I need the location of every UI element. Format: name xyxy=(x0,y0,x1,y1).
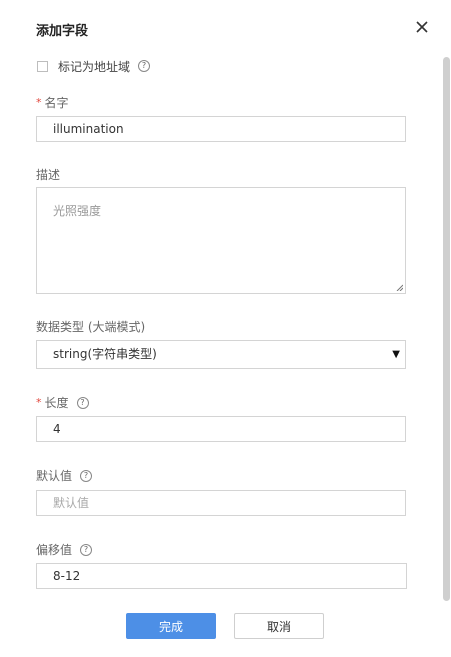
name-label-text: 名字 xyxy=(44,96,69,110)
resize-handle-icon[interactable] xyxy=(395,283,403,291)
cancel-button[interactable]: 取消 xyxy=(234,613,324,639)
confirm-button[interactable]: 完成 xyxy=(126,613,216,639)
data-type-select[interactable]: string(字符串类型) ▼ xyxy=(36,340,406,369)
address-field-label: 标记为地址域 xyxy=(58,59,131,74)
dropdown-arrow-icon: ▼ xyxy=(392,349,400,360)
length-label-text: 长度 xyxy=(44,396,69,410)
help-icon[interactable]: ? xyxy=(80,543,93,556)
description-textarea[interactable]: 光照强度 xyxy=(36,187,406,294)
length-label: * 长度 ? xyxy=(36,394,89,411)
name-label: * 名字 xyxy=(36,94,69,111)
required-mark: * xyxy=(36,396,42,409)
address-field-checkbox[interactable] xyxy=(37,60,48,72)
offset-input[interactable]: 8-12 xyxy=(36,563,407,589)
dialog-title: 添加字段 xyxy=(36,24,89,39)
default-value-label-text: 默认值 xyxy=(36,469,73,483)
default-value-input[interactable]: 默认值 xyxy=(36,490,406,516)
length-input[interactable]: 4 xyxy=(36,416,406,442)
description-label: 描述 xyxy=(36,168,61,182)
help-icon[interactable]: ? xyxy=(76,396,89,409)
required-mark: * xyxy=(36,96,42,109)
data-type-label: 数据类型 (大端模式) xyxy=(36,320,146,334)
default-value-label: 默认值 ? xyxy=(36,467,93,484)
add-field-dialog: 添加字段 标记为地址域 ? * 名字 illumination 描述 光照强度 … xyxy=(0,0,451,657)
offset-label: 偏移值 ? xyxy=(36,541,93,558)
offset-label-text: 偏移值 xyxy=(36,543,73,557)
data-type-selected: string(字符串类型) xyxy=(53,347,157,361)
help-icon[interactable]: ? xyxy=(80,469,93,482)
help-icon[interactable]: ? xyxy=(138,60,151,72)
description-placeholder: 光照强度 xyxy=(53,204,102,218)
name-input[interactable]: illumination xyxy=(36,116,406,142)
close-icon[interactable] xyxy=(414,19,430,35)
scrollbar-thumb[interactable] xyxy=(443,57,450,601)
address-field-checkbox-row[interactable]: 标记为地址域 ? xyxy=(37,58,151,74)
